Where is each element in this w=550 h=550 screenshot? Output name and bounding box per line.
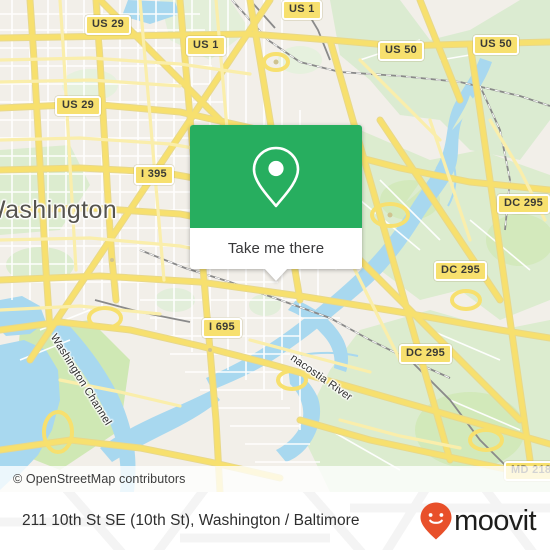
map-label-washington: Washington: [0, 196, 118, 224]
popup-pointer: [264, 268, 288, 281]
road-shield-i-695: I 695: [202, 318, 242, 338]
moovit-smiley-pin-icon: [420, 502, 452, 540]
map-canvas[interactable]: Washington Washington Channel nacostia R…: [0, 0, 550, 492]
take-me-there-label: Take me there: [227, 240, 325, 257]
footer-bar: 211 10th St SE (10th St), Washington / B…: [0, 492, 550, 550]
address-label: 211 10th St SE (10th St), Washington / B…: [22, 512, 360, 529]
moovit-logo[interactable]: moovit: [419, 501, 537, 541]
road-shield-i-395: I 395: [134, 165, 174, 185]
road-shield-dc-295-south: DC 295: [399, 344, 453, 364]
attribution-text[interactable]: © OpenStreetMap contributors: [0, 472, 186, 486]
location-popup-card[interactable]: Take me there: [190, 125, 362, 281]
road-shield-dc-295-mid: DC 295: [434, 261, 488, 281]
map-screen: Washington Washington Channel nacostia R…: [0, 0, 550, 550]
road-shield-us-1-north: US 1: [186, 36, 226, 56]
moovit-wordmark: moovit: [454, 504, 536, 537]
road-shield-us-50-west: US 50: [378, 41, 425, 61]
map-attribution-bar: © OpenStreetMap contributors: [0, 466, 550, 492]
road-shield-us-50-east: US 50: [473, 35, 520, 55]
popup-image-area: [190, 125, 362, 228]
road-shield-dc-295-north: DC 295: [497, 194, 550, 214]
road-shield-us-29-west: US 29: [55, 96, 102, 116]
road-shield-us-1-top: US 1: [282, 0, 322, 20]
road-shield-us-29-north: US 29: [85, 15, 132, 35]
take-me-there-button[interactable]: Take me there: [190, 228, 362, 269]
location-pin-icon: [252, 146, 300, 207]
